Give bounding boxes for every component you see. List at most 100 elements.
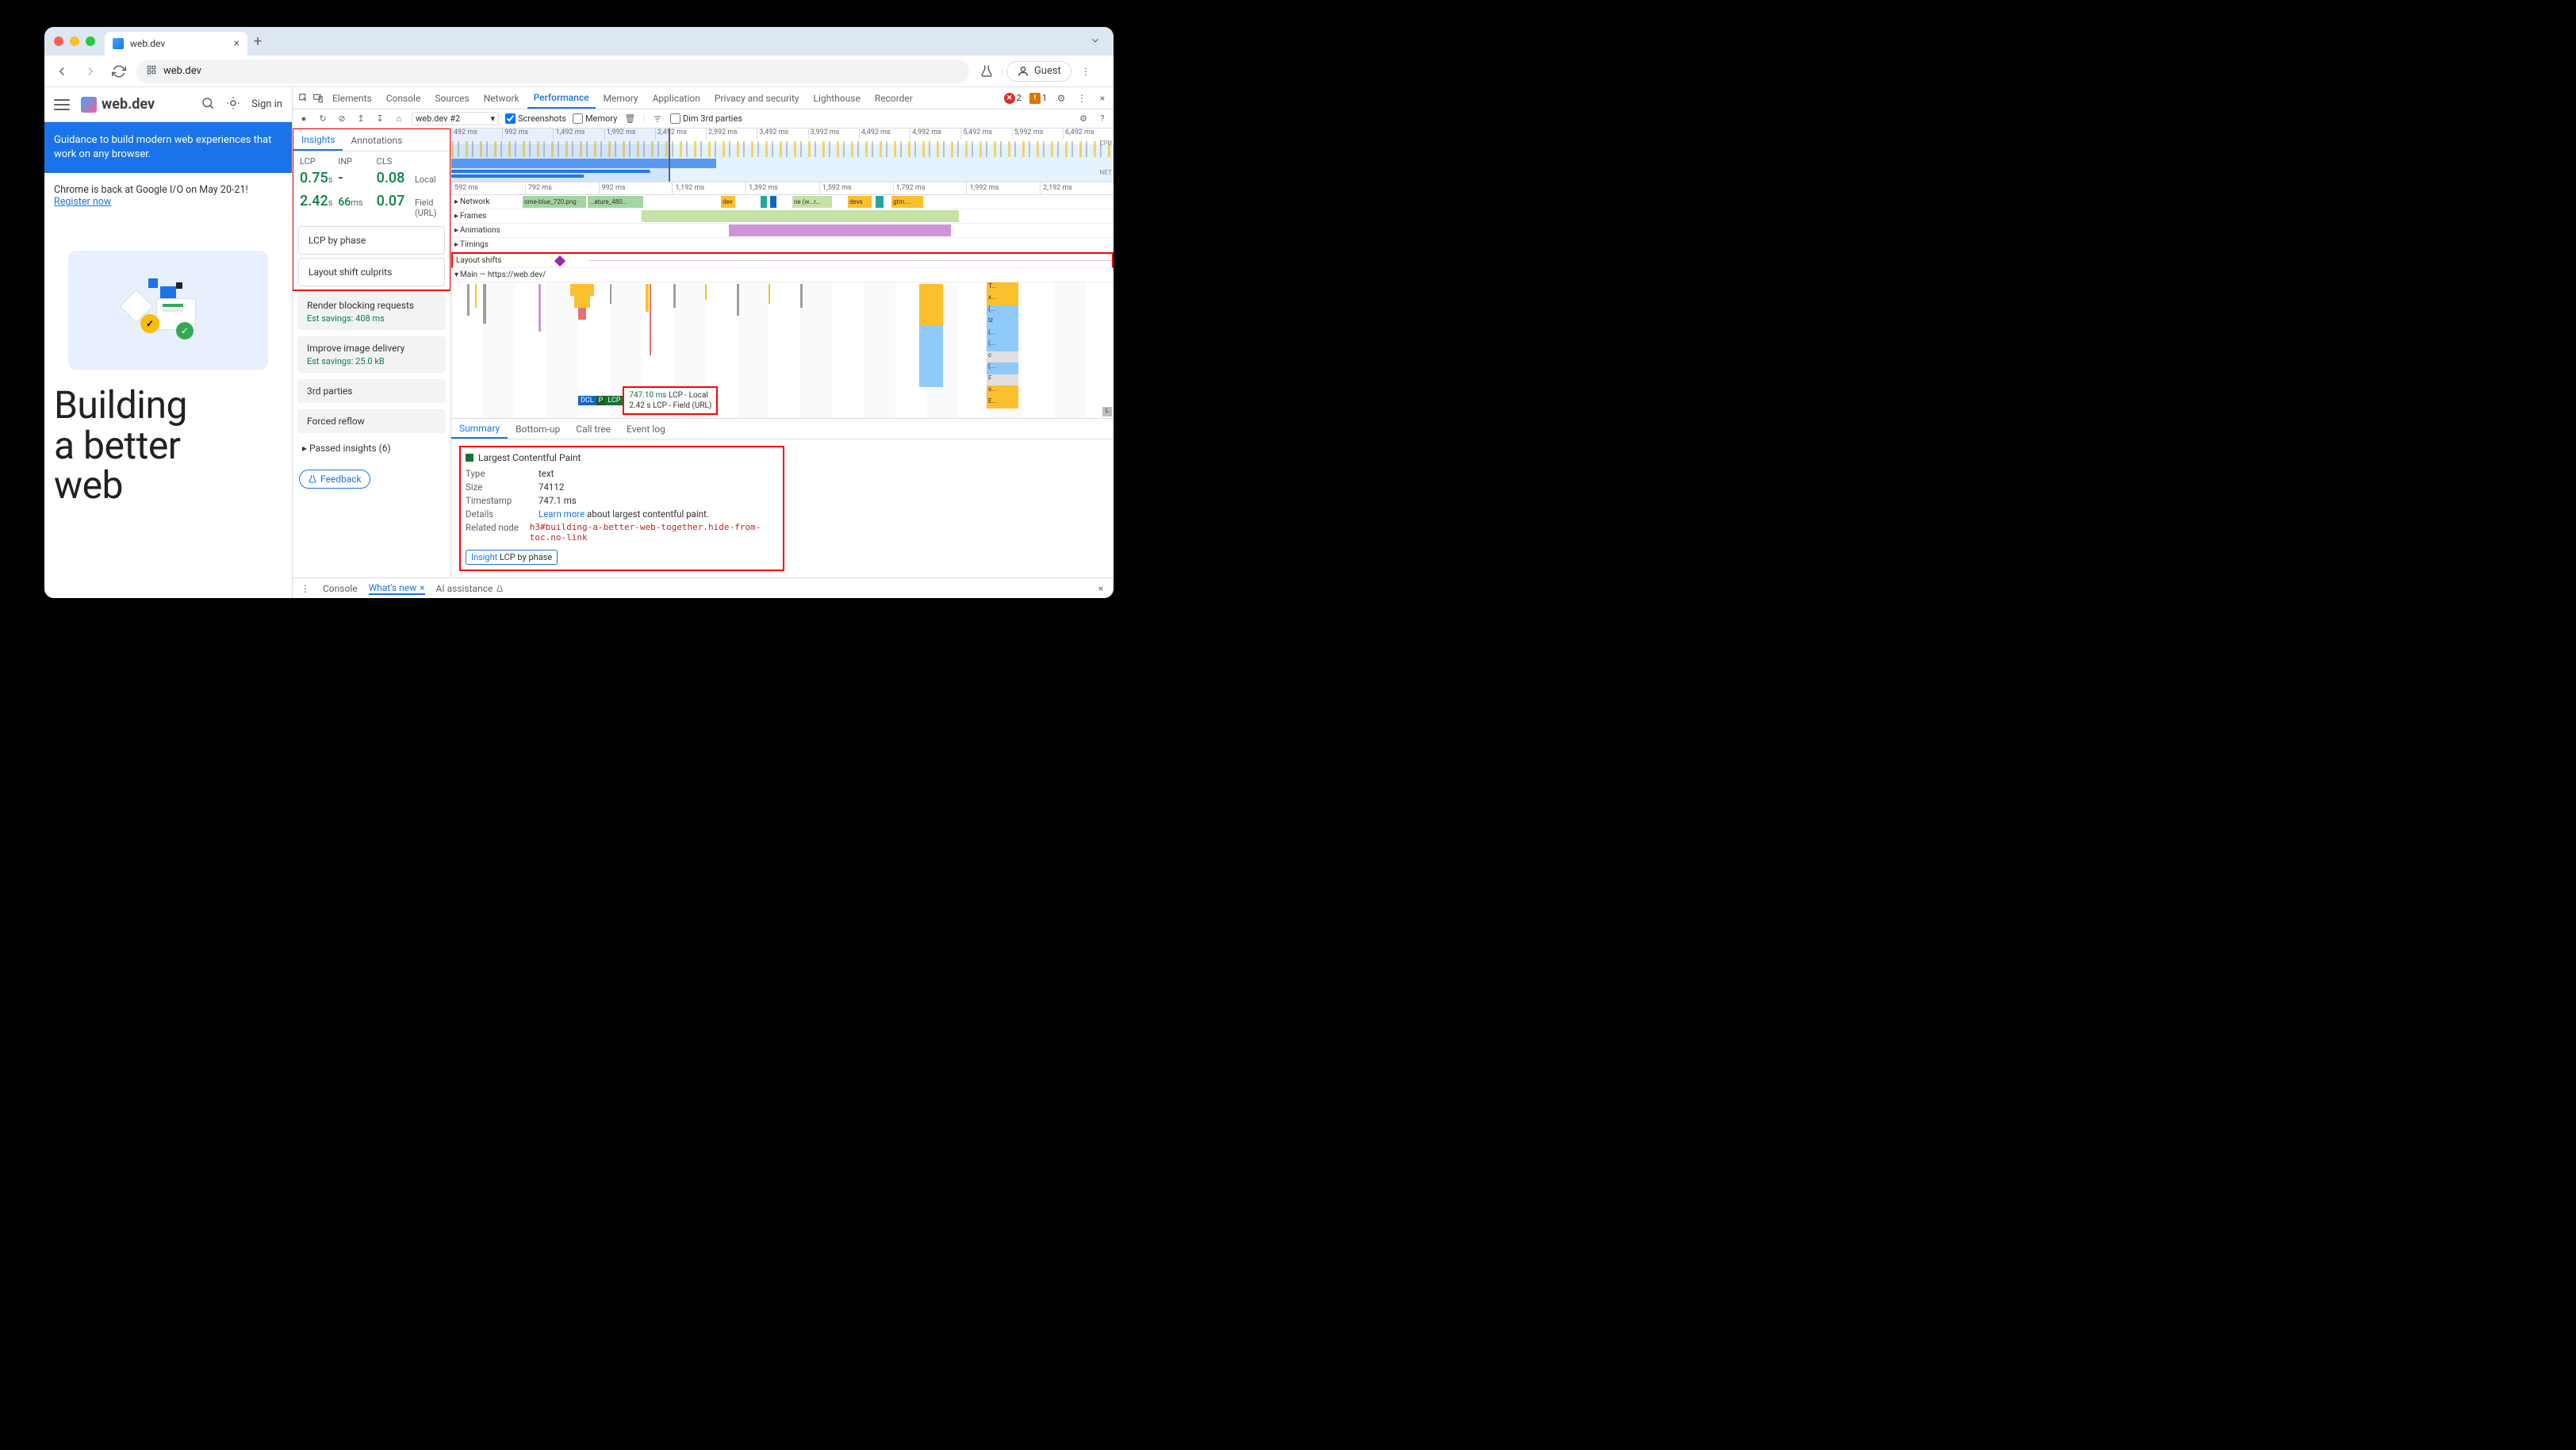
animations-track[interactable]: ▸ Animations xyxy=(451,224,1114,238)
flame-frame[interactable]: Iz xyxy=(987,316,1018,328)
url-bar[interactable]: web.dev xyxy=(136,59,969,83)
feedback-button[interactable]: Feedback xyxy=(299,470,370,489)
tab-network[interactable]: Network xyxy=(477,87,526,109)
learn-more-link[interactable]: Learn more xyxy=(539,508,585,520)
details-tab-bottomup[interactable]: Bottom-up xyxy=(508,419,568,439)
settings-icon[interactable]: ⚙ xyxy=(1055,92,1068,105)
overview-timeline[interactable]: 492 ms 992 ms 1,492 ms 1,992 ms 2,492 ms… xyxy=(451,129,1114,182)
site-settings-icon[interactable] xyxy=(146,64,157,78)
reload-record-icon[interactable]: ↻ xyxy=(316,113,329,125)
lcp-tag[interactable]: LCP xyxy=(605,396,623,405)
memory-checkbox[interactable]: Memory xyxy=(573,113,617,124)
flame-chart[interactable]: T... x... (... Iz (... (... c (... F s..… xyxy=(451,282,1114,419)
insight-render-blocking[interactable]: Render blocking requests Est savings: 40… xyxy=(297,293,446,330)
timings-track[interactable]: ▸ Timings xyxy=(451,238,1114,252)
reload-button[interactable] xyxy=(108,60,130,82)
insight-image-delivery[interactable]: Improve image delivery Est savings: 25.0… xyxy=(297,336,446,373)
screenshots-checkbox[interactable]: Screenshots xyxy=(505,113,566,124)
p-tag[interactable]: P xyxy=(596,396,606,405)
details-tab-eventlog[interactable]: Event log xyxy=(619,419,673,439)
webdev-logo[interactable]: web.dev xyxy=(81,96,155,113)
close-drawer-icon[interactable]: × xyxy=(1094,582,1107,595)
tab-application[interactable]: Application xyxy=(646,87,707,109)
tab-sources[interactable]: Sources xyxy=(428,87,475,109)
tab-lighthouse[interactable]: Lighthouse xyxy=(807,87,867,109)
drawer-whatsnew[interactable]: What's new × xyxy=(369,582,425,595)
new-tab-button[interactable]: + xyxy=(254,33,262,50)
network-track[interactable]: ▸ Network ome-blue_720.png ...ature_480.… xyxy=(451,195,1114,209)
insight-lcp-phase[interactable]: LCP by phase xyxy=(298,226,445,255)
insights-tab-annotations[interactable]: Annotations xyxy=(343,129,410,151)
network-item[interactable]: ome-blue_720.png xyxy=(523,196,586,208)
tab-console[interactable]: Console xyxy=(380,87,427,109)
network-item[interactable]: ne (w...r... xyxy=(792,196,832,208)
more-icon[interactable]: ⋮ xyxy=(1075,92,1088,105)
tab-performance[interactable]: Performance xyxy=(527,87,596,109)
close-icon[interactable]: × xyxy=(420,582,424,593)
record-icon[interactable]: ● xyxy=(297,113,310,125)
dcl-tag[interactable]: DCL xyxy=(578,396,596,405)
related-node-link[interactable]: h3#building-a-better-web-together.hide-f… xyxy=(530,522,778,543)
close-window-button[interactable] xyxy=(54,36,63,46)
forward-button[interactable] xyxy=(79,60,102,82)
insights-tab-insights[interactable]: Insights xyxy=(293,129,343,151)
guest-profile-button[interactable]: Guest xyxy=(1006,61,1071,82)
clear-icon[interactable]: ⊘ xyxy=(335,113,348,125)
flame-frame[interactable]: x... xyxy=(987,293,1018,305)
flame-frame[interactable]: E... xyxy=(987,397,1018,409)
download-icon[interactable]: ↧ xyxy=(374,113,386,125)
insight-forced-reflow[interactable]: Forced reflow xyxy=(297,409,446,433)
minimize-window-button[interactable] xyxy=(70,36,79,46)
sign-in-link[interactable]: Sign in xyxy=(251,98,282,110)
help-icon[interactable]: ? xyxy=(1096,113,1109,125)
network-item[interactable]: gtm.... xyxy=(891,196,923,208)
network-item[interactable]: devs xyxy=(848,196,872,208)
error-count[interactable]: ✕2 xyxy=(1004,93,1022,104)
network-item[interactable] xyxy=(761,196,767,208)
menu-button[interactable] xyxy=(54,99,70,110)
labs-icon[interactable] xyxy=(976,60,998,82)
trace-selector[interactable]: web.dev #2▾ xyxy=(412,112,499,125)
flame-frame[interactable]: s... xyxy=(987,386,1018,397)
flame-frame[interactable]: (... xyxy=(987,339,1018,351)
tab-recorder[interactable]: Recorder xyxy=(868,87,919,109)
upload-icon[interactable]: ↥ xyxy=(355,113,367,125)
network-item[interactable] xyxy=(876,196,884,208)
flame-frame[interactable]: c xyxy=(987,351,1018,362)
tabs-dropdown[interactable] xyxy=(1090,35,1107,48)
flame-frame[interactable]: (... xyxy=(987,362,1018,374)
network-item[interactable]: dev xyxy=(721,196,735,208)
insight-chip[interactable]: Insight LCP by phase xyxy=(466,550,558,565)
gc-icon[interactable]: 🗑 xyxy=(623,113,636,125)
dim-checkbox[interactable]: Dim 3rd parties xyxy=(670,113,742,124)
back-button[interactable] xyxy=(51,60,73,82)
insight-3rd-parties[interactable]: 3rd parties xyxy=(297,379,446,403)
flame-frame[interactable]: F xyxy=(987,374,1018,386)
flame-frame[interactable]: (... xyxy=(987,305,1018,316)
home-icon[interactable]: ⌂ xyxy=(393,113,405,125)
theme-icon[interactable] xyxy=(226,96,240,113)
perf-settings-icon[interactable]: ⚙ xyxy=(1077,113,1090,125)
tab-elements[interactable]: Elements xyxy=(326,87,378,109)
flame-frame[interactable]: T... xyxy=(987,282,1018,293)
network-item[interactable] xyxy=(770,196,776,208)
close-devtools-icon[interactable]: × xyxy=(1096,92,1109,105)
browser-menu-button[interactable]: ⋮ xyxy=(1075,60,1097,82)
tab-memory[interactable]: Memory xyxy=(597,87,645,109)
tab-privacy[interactable]: Privacy and security xyxy=(708,87,806,109)
search-icon[interactable] xyxy=(201,96,215,113)
maximize-window-button[interactable] xyxy=(86,36,95,46)
drawer-console[interactable]: Console xyxy=(323,583,358,594)
drawer-ai[interactable]: AI assistance xyxy=(436,583,504,594)
layout-shifts-track[interactable]: Layout shifts xyxy=(451,252,1114,268)
io-register-link[interactable]: Register now xyxy=(54,196,111,208)
inspect-icon[interactable] xyxy=(297,92,310,105)
filter-icon[interactable] xyxy=(651,113,664,125)
details-tab-calltree[interactable]: Call tree xyxy=(568,419,619,439)
main-track-header[interactable]: ▾ Main — https://web.dev/ xyxy=(451,268,1114,282)
device-toggle-icon[interactable] xyxy=(312,92,324,105)
browser-tab[interactable]: web.dev × xyxy=(105,32,247,56)
flame-frame[interactable]: (... xyxy=(987,328,1018,339)
warning-count[interactable]: !1 xyxy=(1029,93,1047,104)
network-item[interactable]: ...ature_480... xyxy=(588,196,643,208)
